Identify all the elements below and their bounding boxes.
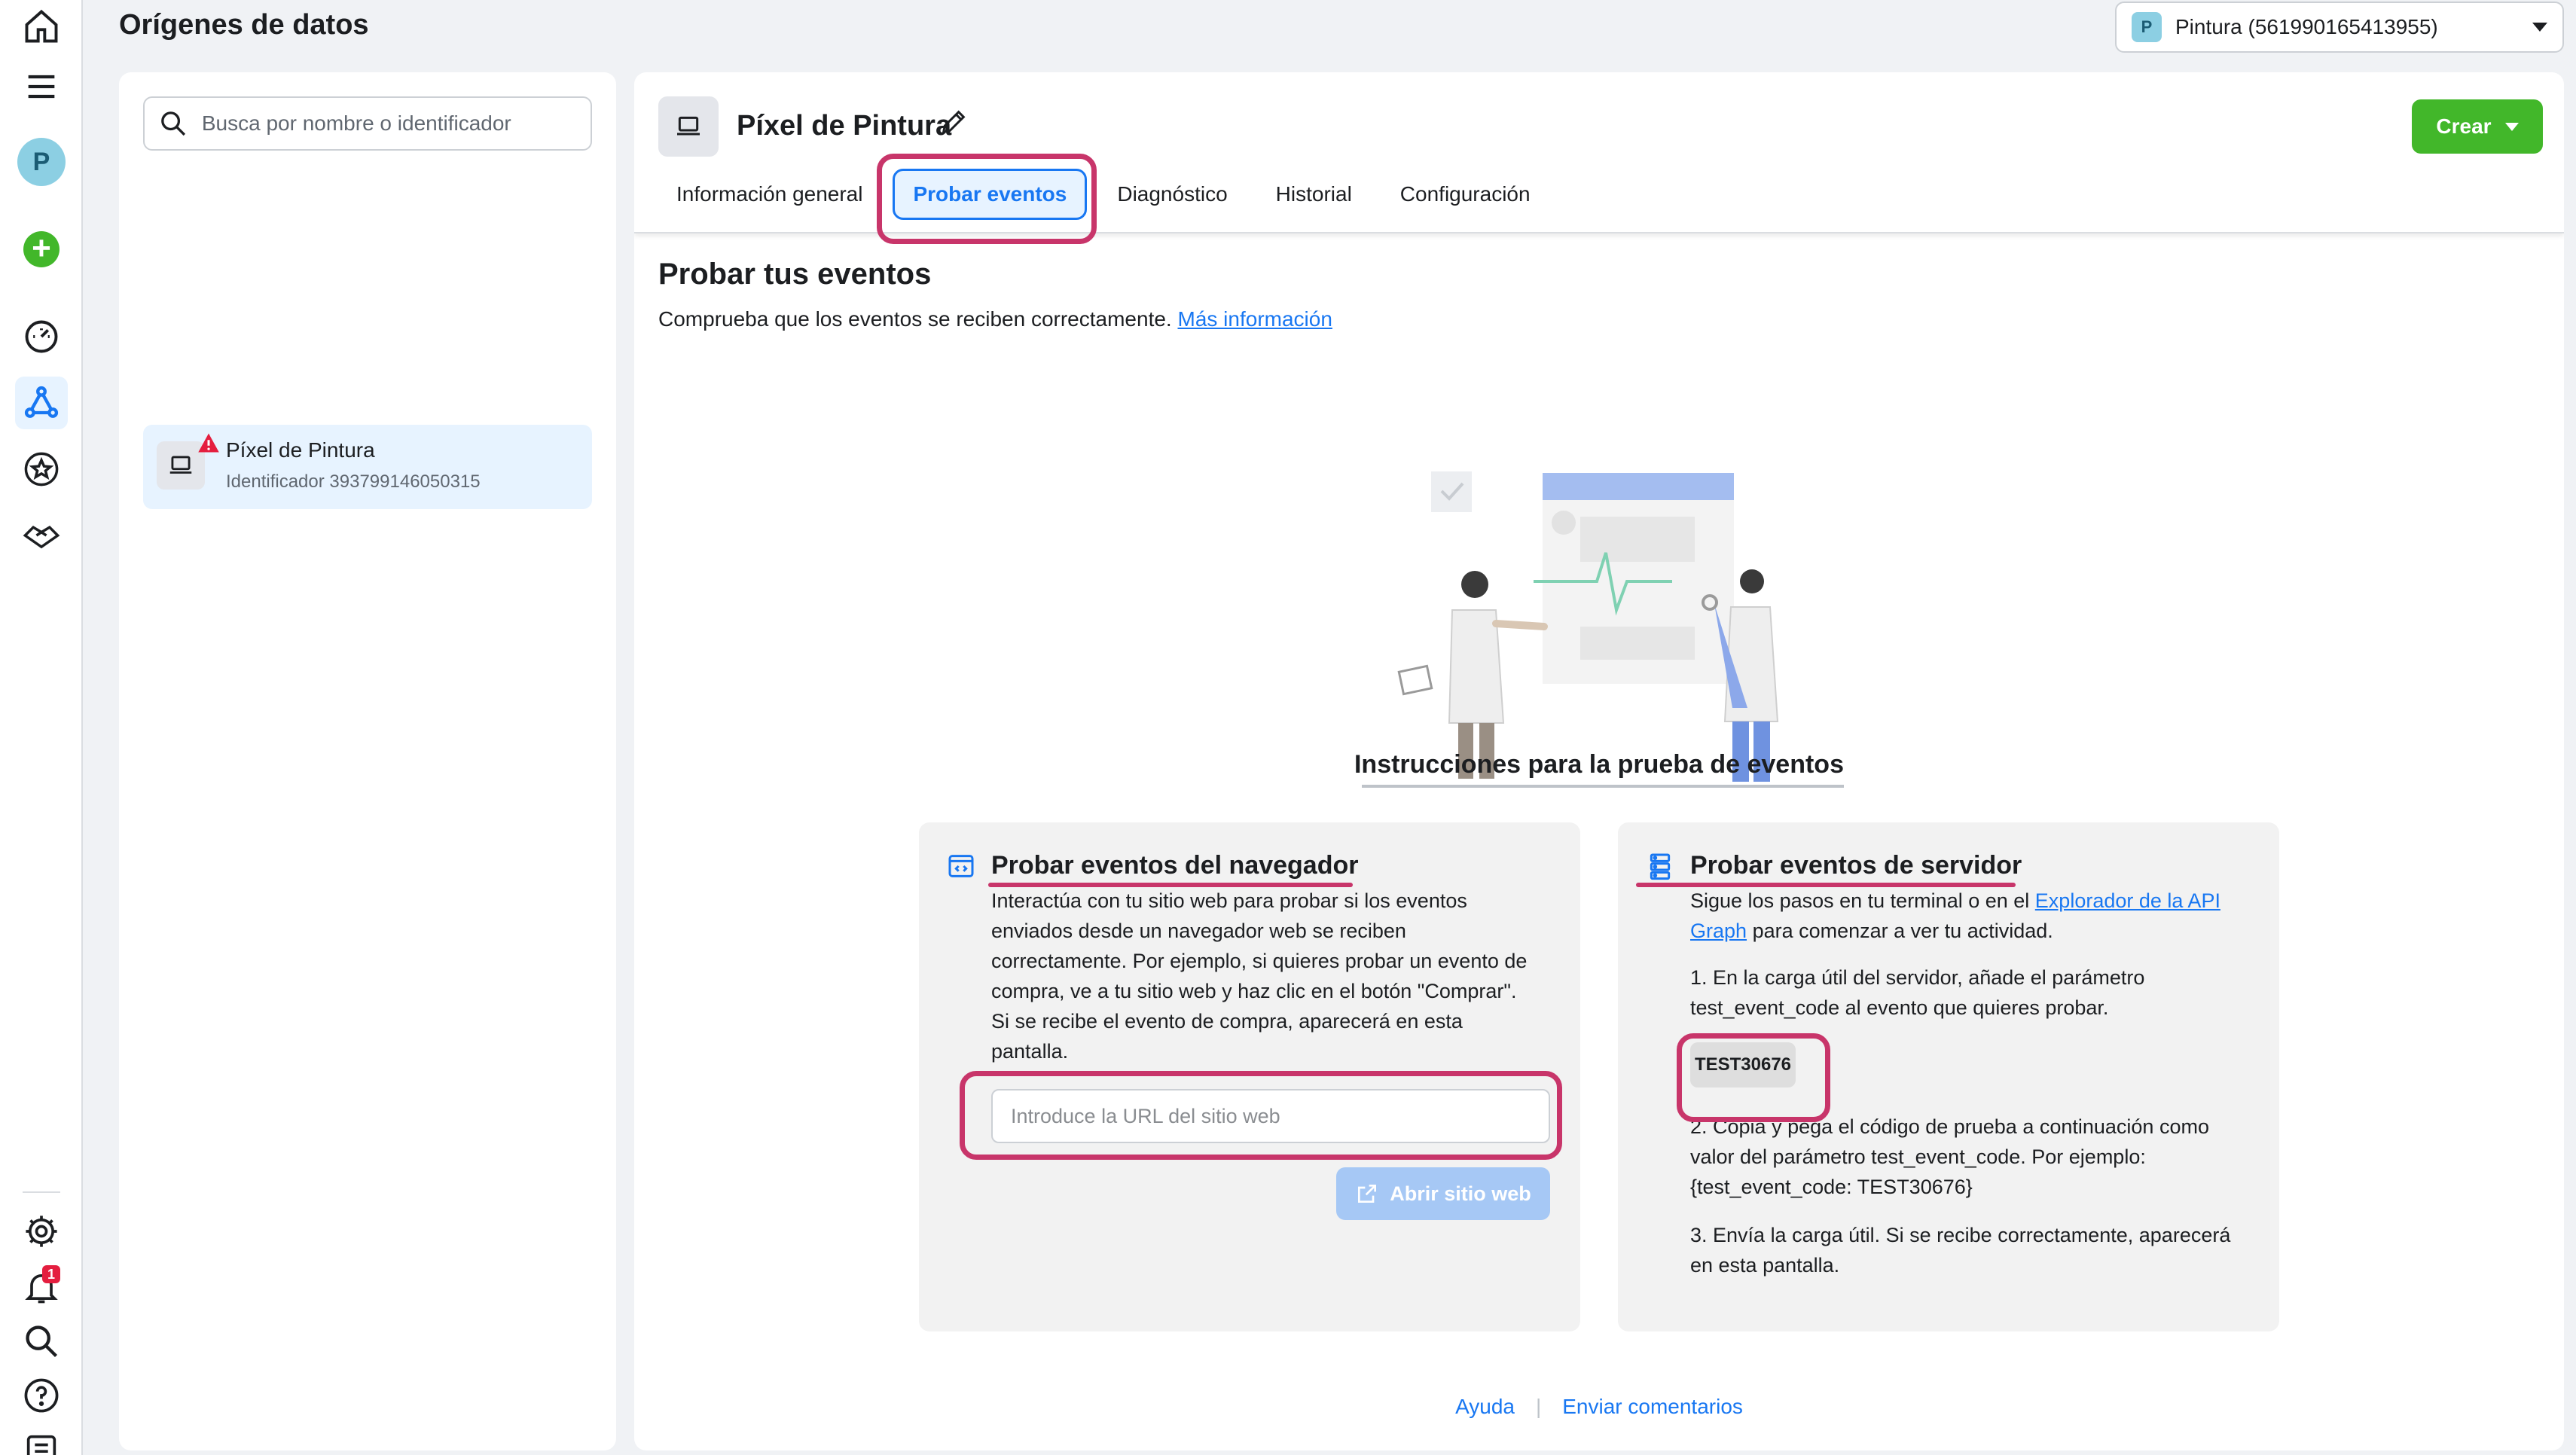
avatar-letter: P [17, 138, 66, 186]
server-card-title: Probar eventos de servidor [1690, 851, 2022, 880]
help-icon[interactable] [15, 1369, 68, 1422]
rail-divider [23, 1191, 60, 1193]
tab-bar: Información general Probar eventos Diagn… [658, 164, 1549, 224]
external-link-icon [1358, 1185, 1377, 1203]
step-line: {test_event_code: TEST30676} [1690, 1176, 1973, 1198]
left-rail: P + 1 [0, 0, 83, 1455]
browser-card-title: Probar eventos del navegador [991, 851, 1359, 880]
section-desc-text: Comprueba que los eventos se reciben cor… [658, 307, 1172, 331]
intro-text: Sigue los pasos en tu terminal o en el [1690, 889, 2030, 912]
page-title: Orígenes de datos [119, 9, 369, 41]
pixel-detail-panel: Píxel de Pintura Crear Información gener… [634, 72, 2564, 1450]
create-plus-icon[interactable]: + [15, 223, 68, 276]
body-line: Si se recibe el evento de compra, aparec… [991, 1010, 1463, 1033]
report-icon[interactable] [15, 1423, 68, 1455]
dashboard-gauge-icon[interactable] [15, 310, 68, 363]
events-manager-icon[interactable] [15, 377, 68, 429]
chevron-down-icon [2532, 23, 2547, 32]
footer-links: Ayuda | Enviar comentarios [634, 1395, 2564, 1419]
browser-code-icon [948, 855, 974, 877]
step-line: 2. Copia y pega el código de prueba a co… [1690, 1115, 2209, 1138]
menu-icon[interactable] [15, 60, 68, 113]
pixel-name: Píxel de Pintura [226, 438, 375, 462]
server-step-1: 1. En la carga útil del servidor, añade … [1690, 962, 2263, 1023]
chevron-down-icon [2504, 122, 2519, 131]
section-title: Probar tus eventos [658, 258, 932, 291]
partners-handshake-icon[interactable] [15, 509, 68, 562]
instructions-title: Instrucciones para la prueba de eventos [1354, 750, 1844, 779]
star-icon[interactable] [15, 443, 68, 496]
pixel-id: Identificador 393799146050315 [226, 471, 481, 492]
send-feedback-link[interactable]: Enviar comentarios [1562, 1395, 1743, 1419]
edit-pencil-icon[interactable] [939, 107, 969, 137]
tab-test-events[interactable]: Probar eventos [893, 169, 1088, 220]
account-selector[interactable]: P Pintura (561990165413955) [2115, 2, 2564, 53]
tab-overview[interactable]: Información general [658, 169, 881, 220]
search-icon [161, 111, 186, 136]
step-line: 3. Envía la carga útil. Si se recibe cor… [1690, 1224, 2231, 1246]
tab-history[interactable]: Historial [1258, 169, 1370, 220]
step-line: 1. En la carga útil del servidor, añade … [1690, 966, 2145, 989]
step-line: en esta pantalla. [1690, 1254, 1840, 1277]
tab-settings[interactable]: Configuración [1382, 169, 1549, 220]
browser-card-body: Interactúa con tu sitio web para probar … [991, 886, 1564, 1066]
server-step-2: 2. Copia y pega el código de prueba a co… [1690, 1112, 2263, 1202]
computer-icon [658, 96, 719, 157]
body-line: pantalla. [991, 1040, 1069, 1063]
notifications-bell-icon[interactable]: 1 [15, 1261, 68, 1313]
help-link[interactable]: Ayuda [1455, 1395, 1515, 1419]
search-input[interactable] [201, 111, 577, 136]
detail-header: Píxel de Pintura Crear Información gener… [634, 72, 2564, 233]
graph-api-explorer-link[interactable]: Explorador de la API [2035, 889, 2220, 912]
server-card-intro: Sigue los pasos en tu terminal o en el E… [1690, 886, 2263, 946]
home-icon[interactable] [15, 0, 68, 53]
body-line: enviados desde un navegador web se recib… [991, 920, 1406, 942]
server-step-3: 3. Envía la carga útil. Si se recibe cor… [1690, 1220, 2263, 1280]
settings-gear-icon[interactable] [15, 1205, 68, 1258]
account-label: Pintura (561990165413955) [2175, 15, 2438, 38]
footer-separator: | [1535, 1395, 1542, 1418]
step-line: test_event_code al evento que quieres pr… [1690, 996, 2109, 1019]
account-avatar[interactable]: P [15, 136, 68, 188]
step-line: valor del parámetro test_event_code. Por… [1690, 1145, 2146, 1168]
search-icon[interactable] [15, 1315, 68, 1368]
open-website-button[interactable]: Abrir sitio web [1336, 1167, 1550, 1220]
section-description: Comprueba que los eventos se reciben cor… [658, 307, 1332, 331]
list-item-pixel[interactable]: Píxel de Pintura Identificador 393799146… [143, 425, 592, 509]
test-events-illustration [1362, 471, 1844, 788]
create-label: Crear [2436, 114, 2492, 138]
website-url-input[interactable] [991, 1089, 1550, 1143]
intro-text-cont: para comenzar a ver tu actividad. [1752, 920, 2053, 942]
body-line: compra, ve a tu sitio web y haz clic en … [991, 980, 1517, 1002]
graph-api-explorer-link-cont[interactable]: Graph [1690, 920, 1747, 942]
tab-diagnostics[interactable]: Diagnóstico [1099, 169, 1245, 220]
notification-count-badge: 1 [42, 1265, 60, 1283]
browser-events-card: Probar eventos del navegador Interactúa … [919, 822, 1580, 1331]
warning-icon [198, 433, 219, 453]
open-website-label: Abrir sitio web [1390, 1182, 1531, 1205]
data-sources-list-panel: Píxel de Pintura Identificador 393799146… [119, 72, 616, 1450]
test-event-code-chip[interactable]: TEST30676 [1690, 1042, 1796, 1087]
create-button[interactable]: Crear [2412, 99, 2543, 154]
body-line: correctamente. Por ejemplo, si quieres p… [991, 950, 1528, 972]
account-badge: P [2132, 12, 2162, 42]
server-icon [1650, 853, 1671, 880]
pixel-title: Píxel de Pintura [737, 110, 952, 142]
server-events-card: Probar eventos de servidor Sigue los pas… [1618, 822, 2279, 1331]
body-line: Interactúa con tu sitio web para probar … [991, 889, 1467, 912]
learn-more-link[interactable]: Más información [1178, 307, 1332, 331]
search-field[interactable] [143, 96, 592, 151]
